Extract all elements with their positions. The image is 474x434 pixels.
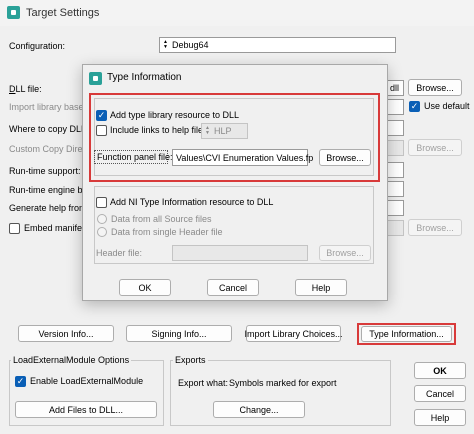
dialog-ok-button[interactable]: OK bbox=[119, 279, 171, 296]
header-file-label: Header file: bbox=[96, 248, 143, 258]
manifest-browse-button[interactable]: Browse... bbox=[408, 219, 462, 236]
app-icon bbox=[89, 72, 102, 85]
radio-all-source-label: Data from all Source files bbox=[111, 214, 212, 224]
include-links-checkbox[interactable] bbox=[96, 125, 107, 136]
checkmark-icon: ✓ bbox=[97, 110, 106, 120]
embed-manifest-label: Embed manifest bbox=[24, 223, 90, 233]
type-information-dialog: Type Information ✓ Add type library reso… bbox=[82, 64, 388, 301]
type-information-button[interactable]: Type Information... bbox=[361, 326, 452, 342]
add-files-button[interactable]: Add Files to DLL... bbox=[15, 401, 157, 418]
help-button[interactable]: Help bbox=[414, 409, 466, 426]
dialog-help-button[interactable]: Help bbox=[295, 279, 347, 296]
function-panel-value: Values\CVI Enumeration Values.fp bbox=[176, 153, 314, 163]
import-library-choices-button[interactable]: Import Library Choices... bbox=[244, 325, 343, 342]
radio-single-header[interactable] bbox=[97, 227, 107, 237]
checkmark-icon: ✓ bbox=[16, 376, 25, 386]
where-to-copy-label: Where to copy DLL: bbox=[9, 124, 89, 134]
add-ni-type-label: Add NI Type Information resource to DLL bbox=[110, 197, 274, 207]
function-panel-field[interactable]: Values\CVI Enumeration Values.fp bbox=[172, 149, 313, 166]
cancel-button[interactable]: Cancel bbox=[414, 385, 466, 402]
radio-single-header-label: Data from single Header file bbox=[111, 227, 223, 237]
configuration-label: Configuration: bbox=[9, 41, 66, 51]
configuration-select[interactable]: ▲ ▼ Debug64 bbox=[159, 37, 396, 53]
ok-button[interactable]: OK bbox=[414, 362, 466, 379]
generate-help-label: Generate help from s bbox=[9, 203, 94, 213]
function-panel-label-box: Function panel file: bbox=[94, 150, 173, 164]
change-button[interactable]: Change... bbox=[213, 401, 305, 418]
configuration-value: Debug64 bbox=[172, 40, 209, 50]
spinner-arrows-icon: ▲ ▼ bbox=[205, 125, 210, 136]
custom-copy-browse-button[interactable]: Browse... bbox=[408, 139, 462, 156]
embed-manifest-checkbox[interactable] bbox=[9, 223, 20, 234]
spinner-arrows-icon: ▲ ▼ bbox=[163, 39, 168, 50]
dll-file-label: DLL file: bbox=[9, 84, 42, 94]
signing-info-button[interactable]: Signing Info... bbox=[126, 325, 232, 342]
exports-group-title: Exports bbox=[173, 355, 208, 365]
add-type-library-checkbox[interactable]: ✓ bbox=[96, 110, 107, 121]
app-icon bbox=[7, 6, 20, 19]
help-style-value: HLP bbox=[214, 126, 232, 136]
use-default-checkbox[interactable]: ✓ bbox=[409, 101, 420, 112]
window-title: Target Settings bbox=[26, 7, 100, 19]
runtime-support-label: Run-time support: bbox=[9, 166, 81, 176]
header-file-field[interactable] bbox=[172, 245, 308, 261]
loadexternal-group-title: LoadExternalModule Options bbox=[11, 355, 132, 365]
add-type-library-label: Add type library resource to DLL bbox=[110, 110, 240, 120]
enable-loadexternal-checkbox[interactable]: ✓ bbox=[15, 376, 26, 387]
enable-loadexternal-label: Enable LoadExternalModule bbox=[30, 376, 144, 386]
export-what-value: Symbols marked for export bbox=[229, 378, 337, 388]
function-panel-browse-button[interactable]: Browse... bbox=[319, 149, 371, 166]
function-panel-label: Function panel file: bbox=[97, 152, 173, 162]
dll-file-tail: dll bbox=[390, 83, 400, 93]
version-info-button[interactable]: Version Info... bbox=[18, 325, 114, 342]
help-style-select[interactable]: ▲ ▼ HLP bbox=[201, 123, 248, 139]
import-library-label: Import library base n bbox=[9, 102, 92, 112]
checkmark-icon: ✓ bbox=[410, 101, 419, 111]
include-links-label: Include links to help file bbox=[110, 125, 204, 135]
radio-all-source[interactable] bbox=[97, 214, 107, 224]
dialog-cancel-button[interactable]: Cancel bbox=[207, 279, 259, 296]
dialog-title: Type Information bbox=[107, 72, 182, 83]
use-default-label: Use default bbox=[424, 101, 470, 111]
header-browse-button[interactable]: Browse... bbox=[319, 245, 371, 261]
add-ni-type-checkbox[interactable] bbox=[96, 197, 107, 208]
export-what-label: Export what: bbox=[178, 378, 229, 388]
dll-browse-button[interactable]: Browse... bbox=[408, 79, 462, 96]
title-bar: Target Settings bbox=[0, 0, 474, 26]
